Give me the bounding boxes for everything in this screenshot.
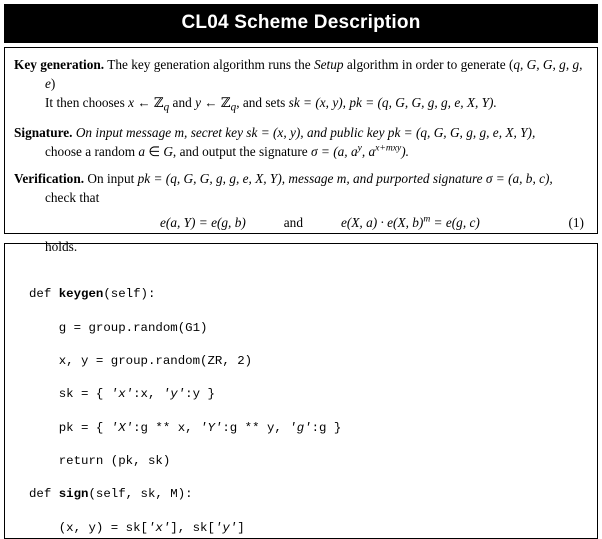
code-line: def keygen(self):: [29, 286, 591, 303]
code-function-sign: def sign(self, sk, M): (x, y) = sk['x'],…: [29, 486, 591, 538]
kg2-sk-val: = (x, y),: [299, 94, 350, 110]
kg2-pk: pk: [349, 94, 362, 110]
key-generation-line-2: It then chooses x ← ℤq and y ← ℤq, and s…: [14, 94, 590, 116]
page-title: CL04 Scheme Description: [4, 4, 598, 43]
verification-label: Verification.: [14, 170, 85, 186]
kg-text-c: ): [50, 75, 56, 91]
kg2-sk: sk: [288, 94, 300, 110]
signature-block: Signature. On input message m, secret ke…: [14, 124, 590, 162]
code-keyword-def: def: [29, 487, 59, 502]
code-line: g = group.random(G1): [29, 320, 208, 335]
key-generation-line-1: Key generation. The key generation algor…: [14, 56, 590, 94]
code-line: sk = { 'x':x, 'y':y }: [29, 386, 591, 403]
code-keyword-def: def: [29, 287, 59, 302]
code-function-keygen: def keygen(self): g = group.random(G1) x…: [29, 286, 591, 469]
code-string-literal: 'y': [214, 520, 238, 535]
kg2-zq-1: ℤ: [153, 95, 164, 111]
ver1-b: = (q, G, G, g, g, e, X, Y), message m, a…: [150, 170, 486, 186]
code-gap-1: [29, 470, 591, 487]
code-string-literal: 'y': [162, 387, 186, 402]
kg2-pk-val: = (q, G, G, g, g, e, X, Y).: [361, 94, 497, 110]
code-string-literal: 'g': [289, 420, 312, 435]
verification-equation-row: e(a, Y) = e(g, b) and e(X, a) · e(X, b)m…: [14, 214, 590, 233]
sig2-mid: , a: [361, 144, 376, 159]
code-text: :y }: [185, 387, 215, 402]
sig2-in: ∈: [145, 144, 164, 159]
equation-right-a: e(X, a) · e(X, b): [340, 214, 424, 230]
sig2-sup-2: x+mxy: [375, 142, 402, 154]
kg2-a: It then chooses: [45, 94, 129, 110]
code-listing: def keygen(self): g = group.random(G1) x…: [11, 253, 591, 538]
code-signature: (self, sk, M):: [88, 487, 193, 502]
sig2-b: , and output the signature: [172, 144, 312, 159]
kg2-arrow-1: ←: [134, 94, 154, 110]
kg-setup: Setup: [313, 57, 344, 72]
code-text: :g ** y,: [222, 420, 290, 435]
kg2-b: and: [169, 94, 196, 110]
sig2-eq: = (a, a: [317, 144, 358, 159]
equation-right-side: e(X, a) · e(X, b)m = e(g, c): [341, 214, 480, 233]
equation-number: (1): [568, 214, 584, 230]
signature-label: Signature.: [14, 125, 73, 141]
code-signature: (self):: [103, 287, 156, 302]
equation-conjunction: and: [283, 214, 303, 230]
signature-line-1: Signature. On input message m, secret ke…: [14, 124, 590, 143]
ver1-pk: pk: [137, 170, 151, 186]
code-text: :x,: [133, 387, 163, 402]
code-string-literal: 'Y': [200, 420, 223, 435]
kg2-c: , and sets: [236, 94, 289, 110]
code-text: ]: [237, 520, 245, 535]
verification-line-1: Verification. On input pk = (q, G, G, g,…: [14, 170, 590, 189]
sig2-a: choose a random: [45, 144, 139, 159]
code-line: return (pk, sk): [29, 454, 171, 469]
code-listing-box: def keygen(self): g = group.random(G1) x…: [4, 243, 598, 539]
code-line: def sign(self, sk, M):: [29, 486, 591, 503]
code-text: :g }: [311, 420, 342, 435]
page-root: CL04 Scheme Description Key generation. …: [0, 0, 602, 539]
code-line: pk = { 'X':g ** x, 'Y':g ** y, 'g':g }: [29, 420, 591, 437]
kg-text-a: The key generation algorithm runs the: [107, 57, 314, 72]
equation-left-side: e(a, Y) = e(g, b): [160, 214, 246, 230]
code-text: ], sk[: [170, 520, 215, 535]
code-function-name: sign: [58, 487, 89, 502]
key-generation-block: Key generation. The key generation algor…: [14, 56, 590, 116]
kg-text-b: algorithm in order to generate (: [343, 57, 514, 72]
code-line: x, y = group.random(ZR, 2): [29, 354, 253, 369]
sig2-end: ).: [401, 144, 410, 159]
code-line: (x, y) = sk['x'], sk['y']: [29, 520, 591, 537]
equation-right-b: = e(g, c): [430, 214, 480, 230]
kg2-arrow-2: ←: [200, 94, 221, 110]
code-function-name: keygen: [58, 287, 104, 302]
code-text: :g ** x,: [133, 420, 201, 435]
sig-line-1-text: On input message m, secret key sk = (x, …: [75, 125, 536, 141]
code-string-literal: 'X': [110, 420, 134, 435]
scheme-description-box: Key generation. The key generation algor…: [4, 47, 598, 254]
kg2-zq-2: ℤ: [220, 95, 231, 111]
key-generation-label: Key generation.: [14, 57, 105, 72]
verification-line-2: check that: [45, 189, 100, 205]
code-text: pk = {: [29, 420, 111, 435]
sig2-group: G: [163, 144, 173, 159]
code-string-literal: 'x': [110, 387, 134, 402]
ver1-c: = (a, b, c),: [492, 170, 553, 186]
ver1-a: On input: [87, 170, 138, 186]
code-text: sk = {: [29, 387, 111, 402]
code-text: (x, y) = sk[: [29, 520, 148, 535]
signature-line-2: choose a random a ∈ G, and output the si…: [14, 143, 590, 162]
code-string-literal: 'x': [147, 520, 171, 535]
